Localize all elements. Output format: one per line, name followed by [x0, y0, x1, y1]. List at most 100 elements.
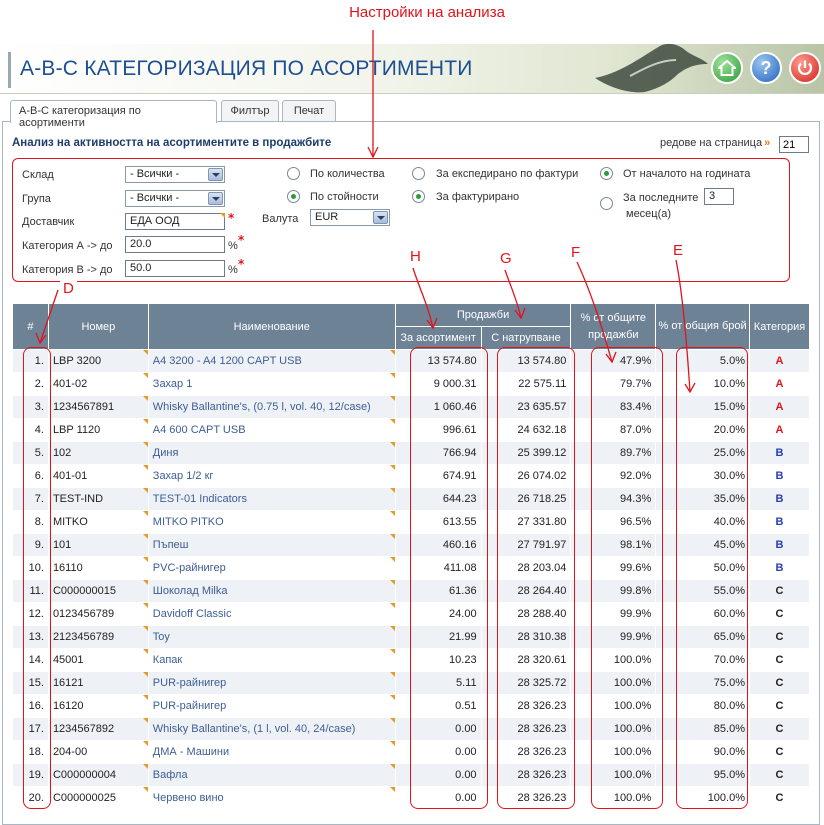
table-row: 18. 204-00 ДМА - Машини 0.00 28 326.23 100.0%…: [12, 740, 810, 764]
radio-by-invoiced[interactable]: [412, 190, 425, 203]
row-number: 9.: [12, 533, 49, 557]
row-number: 8.: [12, 510, 49, 534]
sales-cumulative-value: 24 632.18: [480, 418, 572, 442]
row-number: 20.: [12, 786, 49, 810]
col-header-sales: Продажби: [394, 303, 572, 327]
radio-from-year-start[interactable]: [600, 167, 613, 180]
corner-marker-icon: [142, 695, 148, 700]
radio-by-value[interactable]: [287, 190, 300, 203]
annotation-letter-e: E: [670, 242, 687, 259]
item-name-link[interactable]: Davidoff Classic: [147, 602, 396, 626]
category-badge: B: [749, 464, 810, 488]
item-name-link[interactable]: Шоколад Milka: [147, 579, 396, 603]
radio-by-shipped[interactable]: [412, 167, 425, 180]
required-marker: *: [238, 233, 245, 247]
sales-cumulative-value: 27 331.80: [480, 510, 572, 534]
item-name-link[interactable]: Захар 1: [147, 372, 396, 396]
tab-abc[interactable]: А-В-С категоризация по асортименти: [10, 100, 217, 129]
item-name-link[interactable]: PVC-райнигер: [147, 556, 396, 580]
item-name-link[interactable]: MITKO PITKO: [147, 510, 396, 534]
table-row: 17. 1234567892 Whisky Ballantine's, (1 l, …: [12, 717, 810, 741]
sales-item-value: 996.61: [394, 418, 482, 442]
last-months-input[interactable]: 3: [704, 188, 734, 205]
pct-sales-value: 94.3%: [570, 487, 657, 511]
currency-value: EUR: [315, 211, 339, 223]
table-body: 1. LBP 3200 A4 3200 - A4 1200 CAPT USB 13 5…: [12, 349, 810, 810]
item-name-link[interactable]: Пъпеш: [147, 533, 396, 557]
item-name-link[interactable]: Whisky Ballantine's, (1 l, vol. 40, 24/c…: [147, 717, 396, 741]
col-header-sales-item: За асортимент: [394, 326, 482, 350]
item-code: 401-02: [47, 372, 149, 396]
corner-marker-icon: [142, 373, 148, 378]
tab-filter[interactable]: Филтър: [221, 100, 279, 122]
logout-button[interactable]: [789, 52, 821, 84]
radio-by-quantity[interactable]: [287, 167, 300, 180]
cat-a-percent: %: [228, 240, 238, 252]
item-name-link[interactable]: PUR-райнигер: [147, 694, 396, 718]
required-marker: *: [228, 211, 235, 225]
corner-marker-icon: [389, 580, 395, 585]
rows-per-page-input[interactable]: [779, 136, 809, 153]
annotation-letter-d: D: [60, 280, 77, 297]
supplier-input[interactable]: ЕДА ООД: [125, 213, 225, 230]
col-header-category: Категория: [749, 303, 810, 350]
cat-a-input[interactable]: 20.0: [125, 236, 225, 253]
group-select[interactable]: - Всички -: [125, 190, 225, 207]
corner-marker-icon: [142, 764, 148, 769]
home-icon: [718, 60, 736, 76]
corner-marker-icon: [389, 649, 395, 654]
pct-count-value: 15.0%: [655, 395, 750, 419]
pct-count-value: 25.0%: [655, 441, 750, 465]
item-name-link[interactable]: PUR-райнигер: [147, 671, 396, 695]
corner-marker-icon: [142, 649, 148, 654]
currency-select[interactable]: EUR: [310, 209, 390, 226]
item-name-link[interactable]: Диня: [147, 441, 396, 465]
pct-count-value: 50.0%: [655, 556, 750, 580]
item-code: C000000025: [47, 786, 149, 810]
pct-count-value: 95.0%: [655, 763, 750, 787]
cat-b-input[interactable]: 50.0: [125, 260, 225, 277]
sales-cumulative-value: 28 264.40: [480, 579, 572, 603]
col-header-name: Наименование: [147, 303, 396, 350]
home-button[interactable]: [711, 52, 743, 84]
category-badge: C: [749, 694, 810, 718]
col-header-sales-cum: С натрупване: [480, 326, 572, 350]
radio-last-months[interactable]: [600, 197, 613, 210]
item-name-link[interactable]: Toy: [147, 625, 396, 649]
abc-table: # Номер Наименование Продажби % от общит…: [12, 303, 810, 810]
item-name-link[interactable]: A4 3200 - A4 1200 CAPT USB: [147, 349, 396, 373]
sales-item-value: 1 060.46: [394, 395, 482, 419]
pct-sales-value: 98.1%: [570, 533, 657, 557]
category-badge: C: [749, 740, 810, 764]
item-code: 16120: [47, 694, 149, 718]
item-name-link[interactable]: Захар 1/2 кг: [147, 464, 396, 488]
category-badge: B: [749, 510, 810, 534]
category-badge: A: [749, 395, 810, 419]
corner-marker-icon: [142, 511, 148, 516]
item-name-link[interactable]: Червено вино: [147, 786, 396, 810]
tab-print[interactable]: Печат: [282, 100, 336, 122]
corner-marker-icon: [389, 350, 395, 355]
item-name-link[interactable]: Капак: [147, 648, 396, 672]
item-name-link[interactable]: TEST-01 Indicators: [147, 487, 396, 511]
pct-sales-value: 100.0%: [570, 671, 657, 695]
item-name-link[interactable]: Whisky Ballantine's, (0.75 l, vol. 40, 1…: [147, 395, 396, 419]
warehouse-select[interactable]: - Всички -: [125, 166, 225, 183]
row-number: 11.: [12, 579, 49, 603]
item-name-link[interactable]: A4 600 CAPT USB: [147, 418, 396, 442]
item-code: 101: [47, 533, 149, 557]
sales-cumulative-value: 28 325.72: [480, 671, 572, 695]
from-year-start-label: От началото на годината: [623, 168, 751, 180]
corner-marker-icon: [142, 396, 148, 401]
pct-sales-value: 79.7%: [570, 372, 657, 396]
row-number: 2.: [12, 372, 49, 396]
col-header-no: #: [12, 303, 49, 350]
item-name-link[interactable]: ДМА - Машини: [147, 740, 396, 764]
help-button[interactable]: ?: [750, 52, 782, 84]
corner-marker-icon: [389, 626, 395, 631]
category-badge: B: [749, 441, 810, 465]
item-code: 401-01: [47, 464, 149, 488]
category-badge: C: [749, 786, 810, 810]
by-value-label: По стойности: [310, 191, 379, 203]
item-name-link[interactable]: Вафла: [147, 763, 396, 787]
